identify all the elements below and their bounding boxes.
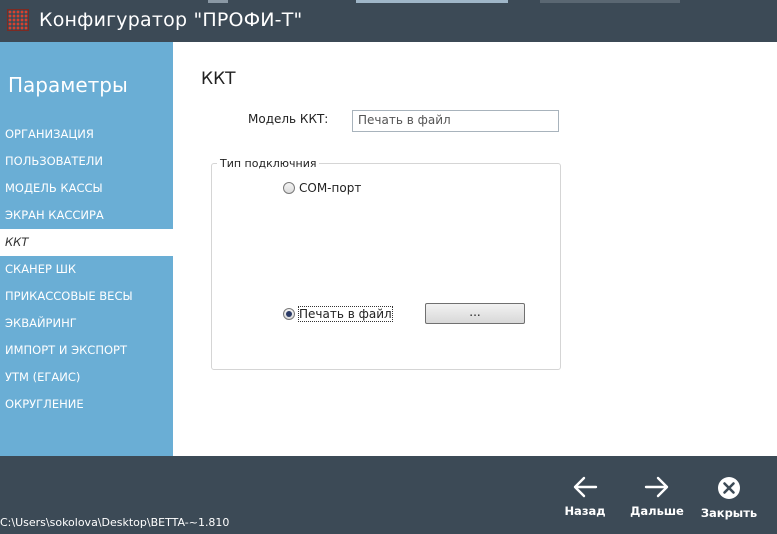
background-window-strip: [356, 0, 508, 3]
title-bar: Конфигуратор "ПРОФИ-Т": [0, 0, 777, 42]
model-field[interactable]: Печать в файл: [352, 110, 559, 132]
sidebar-item-import-export[interactable]: ИМПОРТ И ЭКСПОРТ: [0, 337, 173, 364]
sidebar-item-rounding[interactable]: ОКРУГЛЕНИЕ: [0, 391, 173, 418]
com-port-label: COM-порт: [299, 181, 362, 195]
connection-type-legend: Тип подключния: [217, 157, 320, 170]
sidebar-nav: ОРГАНИЗАЦИЯ ПОЛЬЗОВАТЕЛИ МОДЕЛЬ КАССЫ ЭК…: [0, 121, 173, 418]
page-title: ККТ: [201, 69, 236, 89]
arrow-right-icon: [644, 476, 669, 498]
sidebar-item-scales[interactable]: ПРИКАССОВЫЕ ВЕСЫ: [0, 283, 173, 310]
sidebar-title: Параметры: [8, 73, 128, 97]
background-window-strip: [540, 0, 680, 3]
next-label: Дальше: [630, 504, 684, 518]
print-to-file-label: Печать в файл: [298, 306, 393, 322]
sidebar-item-register-model[interactable]: МОДЕЛЬ КАССЫ: [0, 175, 173, 202]
close-label: Закрыть: [700, 506, 758, 520]
connection-type-group: Тип подключния COM-порт Печать в файл ..…: [211, 157, 561, 370]
background-window-strip: [208, 0, 228, 3]
file-path-text: C:\Users\sokolova\Desktop\BETTA-~1.810: [0, 516, 230, 529]
back-button[interactable]: Назад: [555, 476, 615, 518]
browse-file-button[interactable]: ...: [425, 303, 525, 324]
model-label: Модель ККТ:: [248, 112, 329, 126]
next-button[interactable]: Дальше: [627, 476, 687, 518]
footer-bar: C:\Users\sokolova\Desktop\BETTA-~1.810 Н…: [0, 456, 777, 534]
window-title: Конфигуратор "ПРОФИ-Т": [39, 9, 303, 31]
back-label: Назад: [564, 504, 606, 518]
sidebar-item-barcode-scanner[interactable]: СКАНЕР ШК: [0, 256, 173, 283]
close-circle-icon: [718, 477, 740, 499]
main-panel: ККТ Модель ККТ: Печать в файл Тип подклю…: [173, 42, 777, 456]
sidebar-item-acquiring[interactable]: ЭКВАЙРИНГ: [0, 310, 173, 337]
com-port-option[interactable]: COM-порт: [283, 181, 361, 195]
arrow-left-icon: [573, 476, 598, 498]
com-port-radio[interactable]: [283, 182, 295, 194]
print-to-file-radio[interactable]: [283, 308, 295, 320]
close-button[interactable]: Закрыть: [699, 476, 759, 520]
sidebar-item-organization[interactable]: ОРГАНИЗАЦИЯ: [0, 121, 173, 148]
sidebar-item-cashier-screen[interactable]: ЭКРАН КАССИРА: [0, 202, 173, 229]
sidebar-item-users[interactable]: ПОЛЬЗОВАТЕЛИ: [0, 148, 173, 175]
sidebar-item-kkt[interactable]: ККТ: [0, 229, 173, 256]
app-logo-icon: [7, 9, 29, 31]
sidebar: Параметры ОРГАНИЗАЦИЯ ПОЛЬЗОВАТЕЛИ МОДЕЛ…: [0, 42, 173, 456]
sidebar-item-utm[interactable]: УТМ (ЕГАИС): [0, 364, 173, 391]
print-to-file-option[interactable]: Печать в файл: [283, 306, 393, 322]
